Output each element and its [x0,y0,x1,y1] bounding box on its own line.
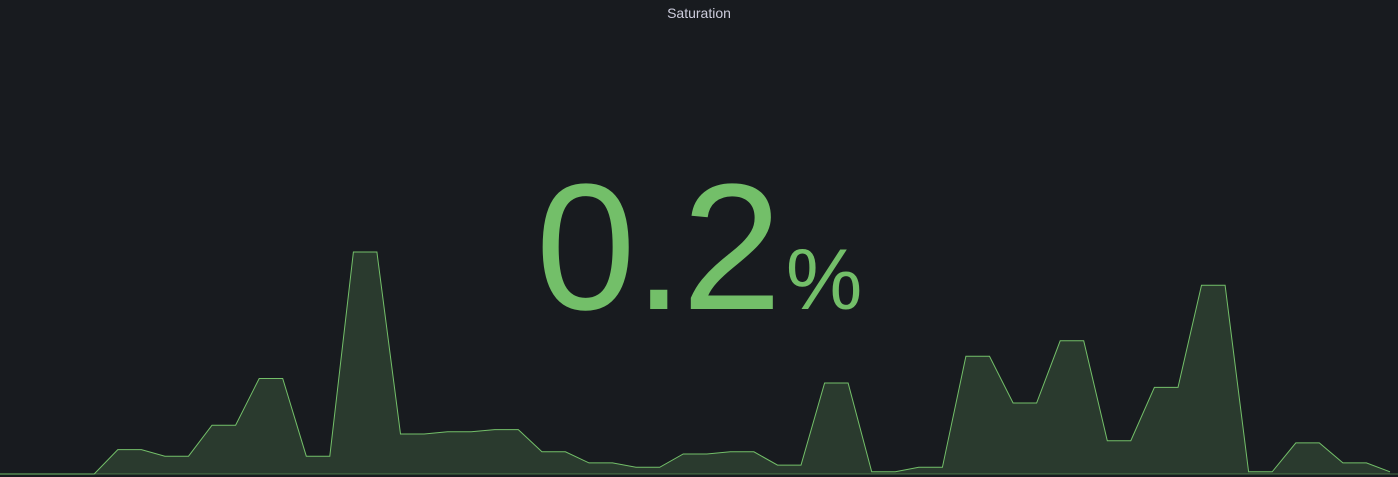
stat-unit: % [785,232,863,328]
stat-value: 0.2% [0,158,1398,338]
stat-panel: Saturation 0.2% [0,0,1398,477]
stat-number: 0.2 [535,147,782,348]
